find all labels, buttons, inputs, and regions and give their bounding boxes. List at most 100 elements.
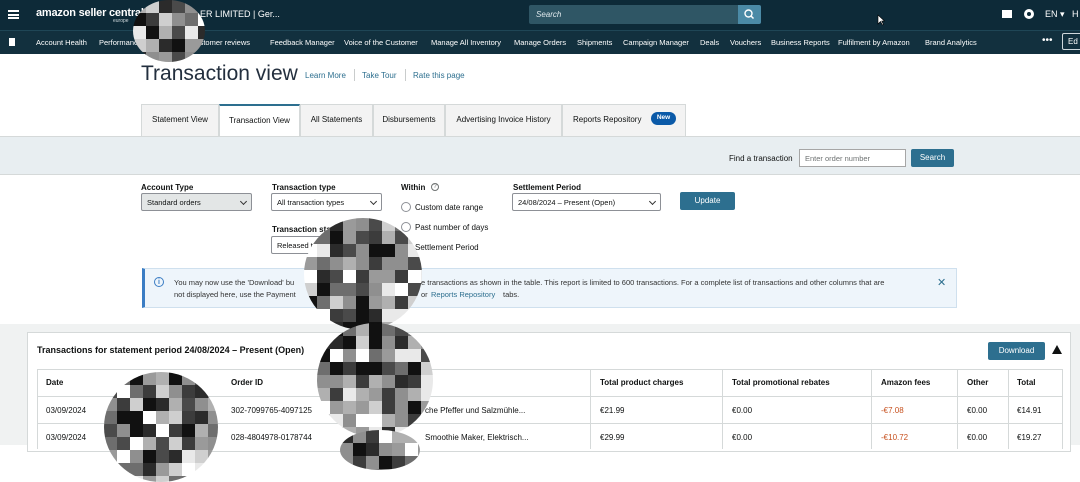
account-name[interactable]: ER LIMITED | Ger...: [200, 9, 280, 19]
update-button[interactable]: Update: [680, 192, 735, 210]
warning-icon[interactable]: [1052, 345, 1062, 354]
nav-item-manage-inventory[interactable]: Manage All Inventory: [431, 38, 501, 47]
divider: [354, 69, 355, 81]
help-icon[interactable]: ?: [431, 183, 439, 191]
find-transaction-label: Find a transaction: [729, 154, 793, 163]
close-icon[interactable]: ✕: [937, 276, 946, 289]
row-charges: €21.99: [600, 406, 625, 415]
row-fees[interactable]: -€10.72: [881, 433, 908, 442]
row-product: Smoothie Maker, Elektrisch...: [425, 433, 529, 442]
menu-icon[interactable]: [8, 10, 19, 19]
column-header-amazon-fees[interactable]: Amazon fees: [881, 378, 930, 387]
redaction-mosaic: [317, 323, 433, 437]
chevron-down-icon: [369, 197, 378, 206]
row-other: €0.00: [967, 433, 988, 442]
bookmark-icon[interactable]: [9, 38, 15, 46]
reports-repository-link[interactable]: Reports Repository: [431, 290, 495, 299]
brand-region: europe: [113, 18, 129, 24]
row-order-id-link[interactable]: 302-7099765-4097125: [231, 406, 312, 415]
row-date: 03/09/2024: [46, 433, 87, 442]
mouse-cursor-icon: [877, 14, 885, 26]
nav-item-voice-of-customer[interactable]: Voice of the Customer: [344, 38, 418, 47]
global-search-input[interactable]: Search: [529, 5, 738, 24]
alert-text-2c: tabs.: [503, 290, 520, 299]
tab-all-statements[interactable]: All Statements: [300, 104, 373, 136]
table-border: [37, 369, 38, 449]
nav-more-icon[interactable]: •••: [1042, 35, 1053, 46]
chevron-down-icon: [239, 197, 248, 206]
nav-edit-button[interactable]: Ed: [1062, 33, 1080, 50]
table-border: [722, 369, 723, 449]
column-header-order-id[interactable]: Order ID: [231, 378, 263, 387]
settlement-period-select[interactable]: 24/08/2024 – Present (Open): [512, 193, 661, 211]
info-icon: i: [154, 277, 164, 287]
search-icon: [744, 9, 755, 20]
nav-item-deals[interactable]: Deals: [700, 38, 719, 47]
alert-text-1b: e transactions as shown in the table. Th…: [421, 278, 885, 287]
row-other: €0.00: [967, 406, 988, 415]
nav-item-business-reports[interactable]: Business Reports: [771, 38, 830, 47]
download-button[interactable]: Download: [988, 342, 1045, 360]
column-header-total[interactable]: Total: [1017, 378, 1036, 387]
search-button[interactable]: [738, 5, 761, 24]
table-border: [957, 369, 958, 449]
chevron-down-icon: [648, 197, 657, 206]
table-border: [1062, 369, 1063, 449]
nav-item-brand-analytics[interactable]: Brand Analytics: [925, 38, 977, 47]
learn-more-link[interactable]: Learn More: [305, 71, 346, 80]
column-header-product-charges[interactable]: Total product charges: [600, 378, 683, 387]
nav-item-feedback-manager[interactable]: Feedback Manager: [270, 38, 335, 47]
nav-item-shipments[interactable]: Shipments: [577, 38, 612, 47]
row-order-id-link[interactable]: 028-4804978-0178744: [231, 433, 312, 442]
tab-disbursements[interactable]: Disbursements: [373, 104, 445, 136]
within-label: Within: [401, 183, 426, 192]
radio-label: Settlement Period: [415, 243, 479, 252]
row-rebates: €0.00: [732, 406, 753, 415]
row-fees[interactable]: -€7.08: [881, 406, 904, 415]
row-date: 03/09/2024: [46, 406, 87, 415]
take-tour-link[interactable]: Take Tour: [362, 71, 397, 80]
redaction-mosaic: [133, 0, 205, 62]
tab-statement-view[interactable]: Statement View: [141, 104, 219, 136]
alert-text-2b: or: [421, 290, 428, 299]
row-charges: €29.99: [600, 433, 625, 442]
help-menu[interactable]: H: [1072, 9, 1079, 19]
gear-icon[interactable]: [1024, 9, 1034, 19]
column-header-date[interactable]: Date: [46, 378, 63, 387]
order-number-input[interactable]: Enter order number: [799, 149, 906, 167]
radio-label: Past number of days: [415, 223, 489, 232]
nav-item-vouchers[interactable]: Vouchers: [730, 38, 761, 47]
settlement-period-label: Settlement Period: [513, 183, 582, 192]
tab-transaction-view[interactable]: Transaction View: [219, 104, 300, 138]
settlement-period-value: 24/08/2024 – Present (Open): [518, 198, 616, 207]
nav-item-manage-orders[interactable]: Manage Orders: [514, 38, 566, 47]
radio-label: Custom date range: [415, 203, 484, 212]
row-total: €14.91: [1017, 406, 1042, 415]
account-type-select[interactable]: Standard orders: [141, 193, 252, 211]
find-search-button[interactable]: Search: [911, 149, 954, 167]
transaction-type-value: All transaction types: [277, 198, 345, 207]
radio-custom-date-range[interactable]: [401, 202, 411, 212]
divider: [405, 69, 406, 81]
table-border: [37, 369, 1062, 370]
account-type-label: Account Type: [141, 183, 194, 192]
table-border: [871, 369, 872, 449]
column-header-promotional-rebates[interactable]: Total promotional rebates: [732, 378, 830, 387]
mail-icon[interactable]: [1002, 10, 1012, 18]
rate-page-link[interactable]: Rate this page: [413, 71, 465, 80]
nav-item-account-health[interactable]: Account Health: [36, 38, 87, 47]
info-alert: [142, 268, 957, 308]
redaction-mosaic: [104, 372, 218, 482]
transaction-type-label: Transaction type: [272, 183, 336, 192]
alert-text-2a: not displayed here, use the Payment: [174, 290, 296, 299]
row-total: €19.27: [1017, 433, 1042, 442]
play-icon: [544, 222, 570, 250]
nav-item-campaign-manager[interactable]: Campaign Manager: [623, 38, 689, 47]
column-header-other[interactable]: Other: [967, 378, 988, 387]
nav-item-fba[interactable]: Fulfilment by Amazon: [838, 38, 910, 47]
transaction-type-select[interactable]: All transaction types: [271, 193, 382, 211]
alert-text-1a: You may now use the 'Download' bu: [174, 278, 295, 287]
language-selector[interactable]: EN ▾: [1045, 9, 1065, 20]
tab-advertising-invoice-history[interactable]: Advertising Invoice History: [445, 104, 562, 136]
table-title: Transactions for statement period 24/08/…: [37, 345, 305, 355]
